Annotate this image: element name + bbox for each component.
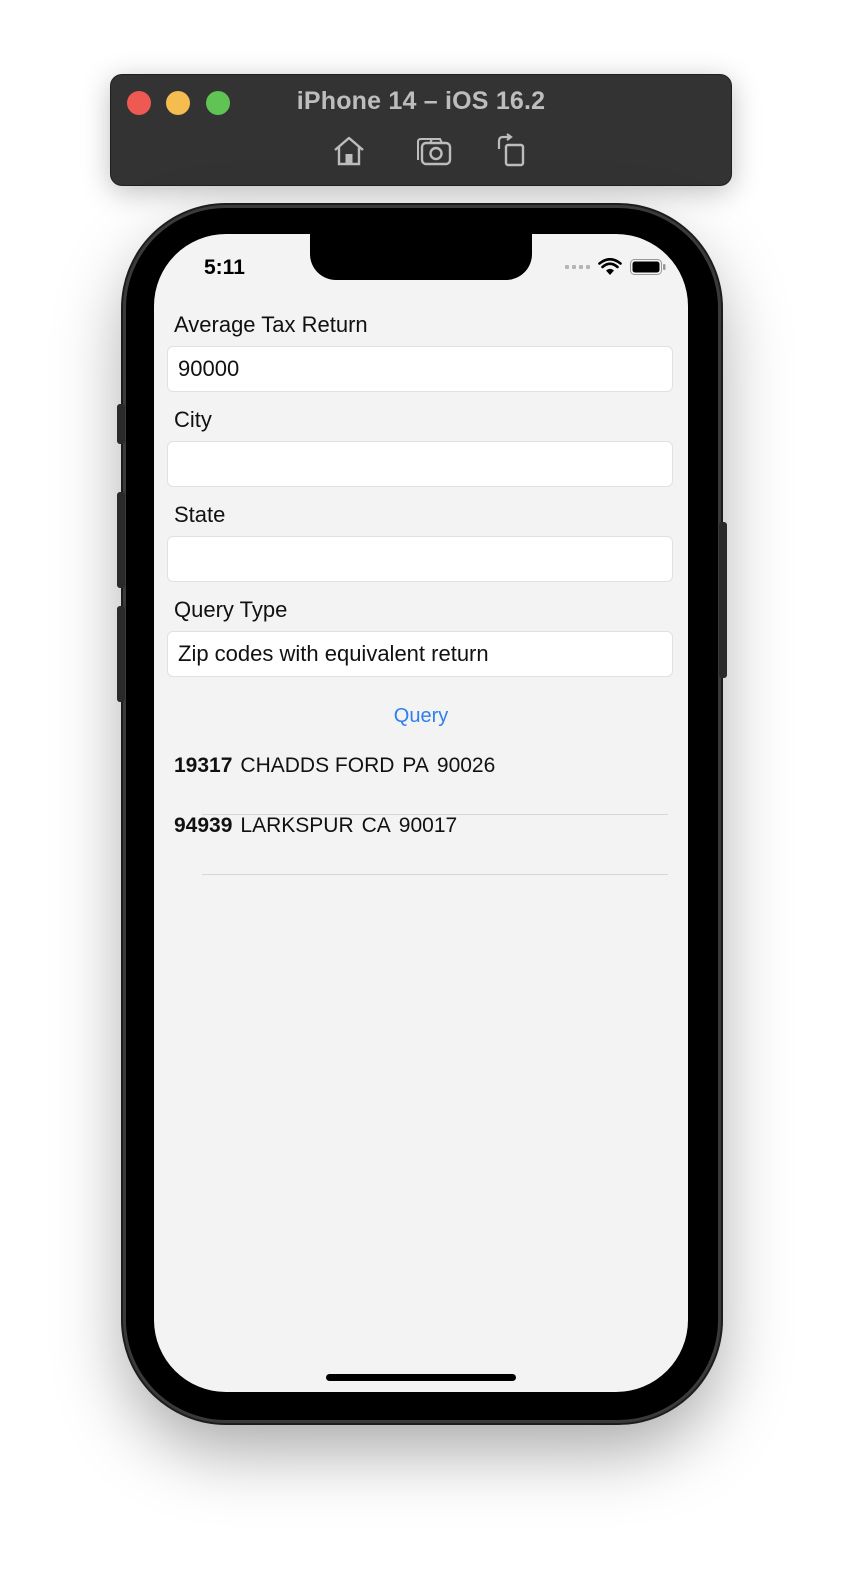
volume-up-button [117,492,125,588]
query-button[interactable]: Query [154,704,688,729]
battery-icon [630,259,666,275]
city-label: City [174,407,212,432]
result-city: LARKSPUR [240,814,354,837]
home-icon[interactable] [329,133,369,169]
row-divider [202,874,668,875]
simulator-title: iPhone 14 – iOS 16.2 [296,87,546,115]
iphone-device-frame: 5:11 Average Tax Return City State Query… [117,208,727,1420]
result-zip: 19317 [174,754,233,777]
rotate-icon[interactable] [493,133,533,169]
status-icons [565,258,666,276]
mute-switch [117,404,125,444]
volume-down-button [117,606,125,702]
result-value: 90026 [436,754,496,777]
state-field[interactable] [167,536,673,582]
result-value: 90017 [398,814,458,837]
state-label: State [174,502,226,527]
average-tax-return-label: Average Tax Return [174,312,368,337]
result-zip: 94939 [174,814,233,837]
city-field[interactable] [167,441,673,487]
result-state: CA [361,814,391,837]
home-indicator[interactable] [326,1374,516,1381]
wifi-icon [598,258,622,275]
average-tax-return-field[interactable] [167,346,673,392]
query-type-field[interactable] [167,631,673,677]
query-type-label: Query Type [174,597,288,622]
result-city: CHADDS FORD [240,754,395,777]
result-row[interactable]: 94939 LARKSPUR CA 90017 [174,814,668,874]
notch [310,234,532,280]
result-row[interactable]: 19317 CHADDS FORD PA 90026 [174,754,668,814]
cellular-signal-icon [565,265,590,269]
simulator-toolbar: iPhone 14 – iOS 16.2 [110,74,732,186]
screenshot-icon[interactable] [415,133,455,169]
result-state: PA [402,754,429,777]
power-button [719,522,727,678]
app-screen: 5:11 Average Tax Return City State Query… [154,234,688,1392]
status-time: 5:11 [204,256,245,279]
